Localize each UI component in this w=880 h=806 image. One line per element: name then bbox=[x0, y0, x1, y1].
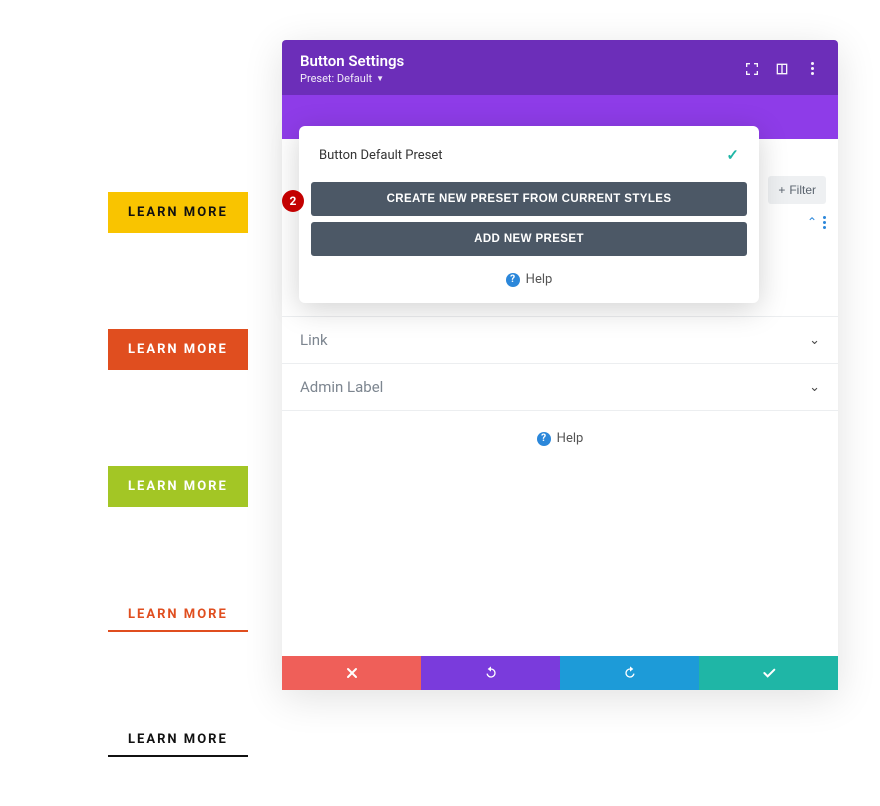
settings-panel: Button Settings Preset: Default ▼ Link ⌄… bbox=[282, 40, 838, 690]
redo-button[interactable] bbox=[560, 656, 699, 690]
preset-row-label: Button Default Preset bbox=[319, 148, 443, 163]
learn-more-text-black[interactable]: LEARN MORE bbox=[108, 728, 248, 757]
section-controls: ⌃ bbox=[807, 215, 826, 229]
plus-icon: + bbox=[778, 183, 785, 197]
cancel-button[interactable] bbox=[282, 656, 421, 690]
check-icon bbox=[761, 665, 777, 681]
chevron-up-icon[interactable]: ⌃ bbox=[807, 215, 817, 229]
popover-help-label: Help bbox=[526, 272, 553, 287]
kebab-menu-icon[interactable] bbox=[804, 61, 820, 77]
demo-button-column: LEARN MORE LEARN MORE LEARN MORE LEARN M… bbox=[108, 192, 248, 757]
panel-layout-icon[interactable] bbox=[774, 61, 790, 77]
filter-button-label: Filter bbox=[789, 183, 816, 197]
add-preset-button[interactable]: ADD NEW PRESET bbox=[311, 222, 747, 256]
caret-down-icon: ▼ bbox=[376, 74, 384, 83]
learn-more-text-red[interactable]: LEARN MORE bbox=[108, 603, 248, 632]
footer-action-bar bbox=[282, 656, 838, 690]
redo-icon bbox=[622, 665, 638, 681]
popover-help-link[interactable]: ? Help bbox=[311, 262, 747, 289]
preset-label: Preset: Default bbox=[300, 72, 372, 85]
body-help-label: Help bbox=[557, 431, 584, 446]
accordion-link[interactable]: Link ⌄ bbox=[282, 316, 838, 363]
preset-row-default[interactable]: Button Default Preset ✓ bbox=[311, 142, 747, 176]
learn-more-orange[interactable]: LEARN MORE bbox=[108, 329, 248, 370]
save-button[interactable] bbox=[699, 656, 838, 690]
panel-title: Button Settings bbox=[300, 52, 404, 70]
check-icon: ✓ bbox=[726, 146, 739, 164]
learn-more-yellow[interactable]: LEARN MORE bbox=[108, 192, 248, 233]
learn-more-green[interactable]: LEARN MORE bbox=[108, 466, 248, 507]
preset-popover: Button Default Preset ✓ CREATE NEW PRESE… bbox=[299, 126, 759, 303]
expand-icon[interactable] bbox=[744, 61, 760, 77]
create-preset-button[interactable]: CREATE NEW PRESET FROM CURRENT STYLES bbox=[311, 182, 747, 216]
body-help-link[interactable]: ? Help bbox=[282, 410, 838, 466]
undo-icon bbox=[483, 665, 499, 681]
preset-dropdown[interactable]: Preset: Default ▼ bbox=[300, 72, 404, 85]
accordion-link-label: Link bbox=[300, 331, 328, 349]
help-icon: ? bbox=[506, 273, 520, 287]
panel-header: Button Settings Preset: Default ▼ bbox=[282, 40, 838, 95]
filter-button[interactable]: + Filter bbox=[768, 176, 826, 204]
undo-button[interactable] bbox=[421, 656, 560, 690]
chevron-down-icon: ⌄ bbox=[809, 333, 820, 348]
help-icon: ? bbox=[537, 432, 551, 446]
kebab-menu-small-icon[interactable] bbox=[823, 216, 826, 229]
accordion-admin-label[interactable]: Admin Label ⌄ bbox=[282, 363, 838, 410]
step-badge: 2 bbox=[282, 190, 304, 212]
close-icon bbox=[344, 665, 360, 681]
accordion-admin-label-text: Admin Label bbox=[300, 378, 383, 396]
chevron-down-icon: ⌄ bbox=[809, 380, 820, 395]
